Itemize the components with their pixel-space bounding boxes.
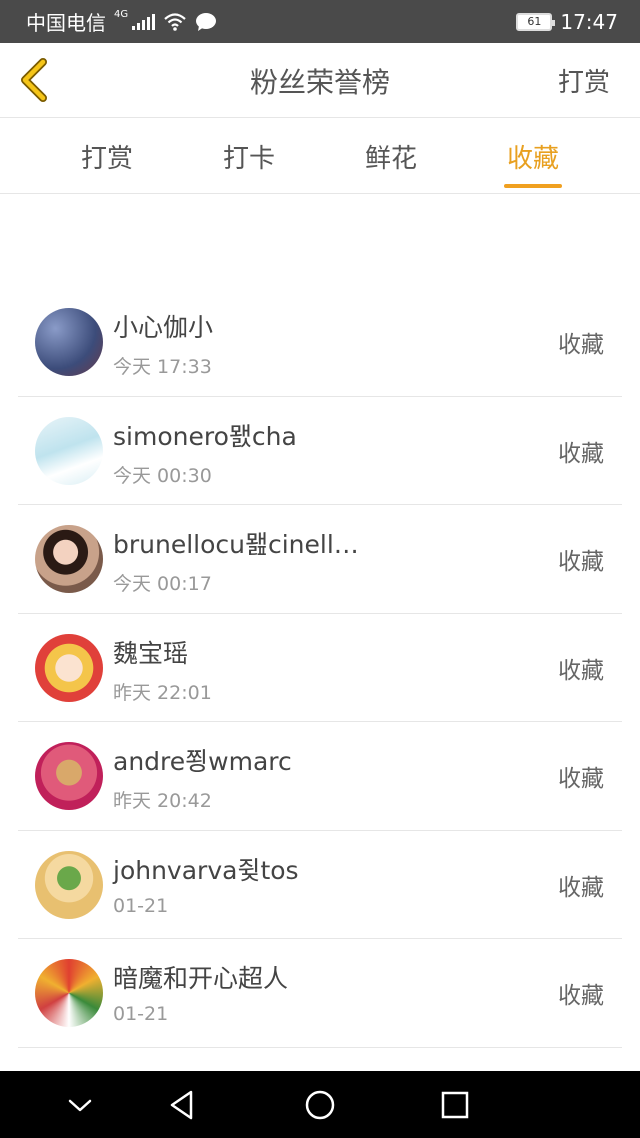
action-label: 收藏 <box>558 983 604 1009</box>
timestamp: 昨天 20:42 <box>113 790 212 812</box>
user-name: 暗魔和开心超人 <box>113 964 289 993</box>
timestamp: 01-21 <box>113 1003 169 1025</box>
timestamp: 今天 17:33 <box>113 356 212 378</box>
avatar[interactable] <box>35 742 103 810</box>
network-type: 4G <box>114 9 129 20</box>
timestamp: 今天 00:17 <box>113 573 212 595</box>
action-label: 收藏 <box>558 874 604 901</box>
page-title: 粉丝荣誉榜 <box>249 65 390 99</box>
avatar[interactable] <box>35 959 103 1027</box>
action-label: 收藏 <box>558 332 604 358</box>
tab-flowers[interactable]: 鲜花 <box>320 118 462 194</box>
tab-favorites[interactable]: 收藏 <box>462 118 604 194</box>
user-name: brunellocu뫮cinell… <box>113 530 359 559</box>
timestamp: 01-21 <box>113 894 169 917</box>
battery-level: 61 <box>527 15 542 28</box>
avatar[interactable] <box>35 850 103 919</box>
list-item[interactable]: 小心伽小 今天 17:33 收藏 <box>18 288 622 397</box>
user-name: simonero뫬cha <box>113 421 297 451</box>
recents-square-icon <box>441 1091 469 1118</box>
status-bar: 中国电信 4G 61 17:47 <box>0 0 640 43</box>
home-circle-icon <box>305 1090 335 1119</box>
tab-bar: 打赏 打卡 鲜花 收藏 <box>0 118 640 194</box>
fan-list: 小心伽小 今天 17:33 收藏 simonero뫬cha 今天 00:30 收… <box>18 288 622 1048</box>
nav-back-button[interactable] <box>152 1071 212 1138</box>
tab-checkin[interactable]: 打卡 <box>178 118 320 194</box>
signal-icon <box>132 13 156 30</box>
timestamp: 昨天 22:01 <box>113 681 212 704</box>
list-item[interactable]: 魏宝瑶 昨天 22:01 收藏 <box>18 614 622 722</box>
user-name: andre쬥wmarc <box>113 747 292 776</box>
nav-hide-button[interactable] <box>50 1071 110 1138</box>
battery-icon: 61 <box>516 12 556 31</box>
list-item[interactable]: brunellocu뫮cinell… 今天 00:17 收藏 <box>18 505 622 614</box>
app-header: 粉丝荣誉榜 打赏 <box>0 43 640 118</box>
user-name: 小心伽小 <box>113 313 214 342</box>
list-item[interactable]: simonero뫬cha 今天 00:30 收藏 <box>18 397 622 505</box>
avatar[interactable] <box>35 308 103 376</box>
chevron-down-icon <box>68 1099 92 1111</box>
message-icon <box>196 12 217 31</box>
back-triangle-icon <box>170 1090 193 1119</box>
list-item[interactable]: johnvarva쥦tos 01-21 收藏 <box>18 831 622 939</box>
user-name: 魏宝瑶 <box>113 638 189 668</box>
action-label: 收藏 <box>558 657 604 684</box>
action-label: 收藏 <box>558 766 604 792</box>
carrier-label: 中国电信 <box>26 11 106 35</box>
clock: 17:47 <box>560 9 618 34</box>
avatar[interactable] <box>35 633 103 702</box>
action-label: 收藏 <box>558 440 604 467</box>
tab-reward[interactable]: 打赏 <box>36 118 178 194</box>
timestamp: 今天 00:30 <box>113 464 212 487</box>
wifi-icon <box>164 12 186 31</box>
list-item[interactable]: 暗魔和开心超人 01-21 收藏 <box>18 939 622 1048</box>
reward-button[interactable]: 打赏 <box>558 43 610 118</box>
system-nav-bar <box>0 1071 640 1138</box>
list-item[interactable]: andre쬥wmarc 昨天 20:42 收藏 <box>18 722 622 831</box>
avatar[interactable] <box>35 416 103 485</box>
avatar[interactable] <box>35 525 103 593</box>
back-button[interactable] <box>16 57 50 103</box>
nav-home-button[interactable] <box>290 1071 350 1138</box>
status-left: 中国电信 4G <box>26 7 217 36</box>
nav-recents-button[interactable] <box>425 1071 485 1138</box>
user-name: johnvarva쥦tos <box>113 855 299 885</box>
chevron-left-icon <box>21 58 47 102</box>
status-right: 61 17:47 <box>516 10 618 34</box>
action-label: 收藏 <box>558 549 604 575</box>
